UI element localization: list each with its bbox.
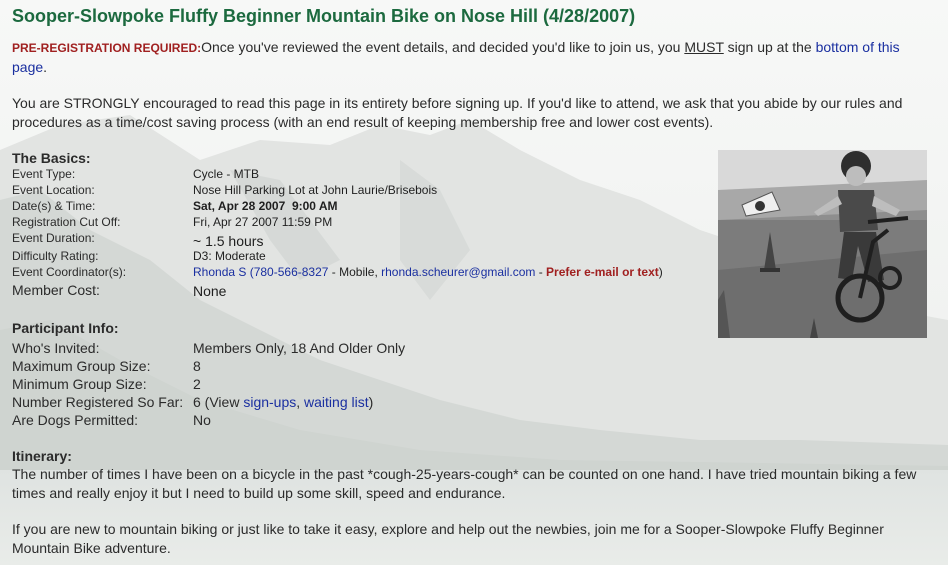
event-duration-value: ~ 1.5 hours bbox=[193, 233, 264, 249]
preregistration-label: PRE-REGISTRATION REQUIRED: bbox=[12, 41, 202, 55]
must-text: MUST bbox=[684, 39, 724, 55]
max-group-size-label: Maximum Group Size: bbox=[12, 358, 151, 374]
event-coordinator-value: Rhonda S (780-566-8327 - Mobile, rhonda.… bbox=[193, 265, 663, 279]
coordinator-link[interactable]: Rhonda S (780-566-8327 bbox=[193, 265, 328, 279]
member-cost-value: None bbox=[193, 283, 227, 299]
registration-cutoff-label: Registration Cut Off: bbox=[12, 215, 121, 229]
member-cost-label: Member Cost: bbox=[12, 282, 100, 298]
contact-preference: Prefer e-mail or text bbox=[546, 265, 659, 279]
date-time-label: Date(s) & Time: bbox=[12, 199, 96, 213]
registered-count-value: 6 (View sign-ups, waiting list) bbox=[193, 394, 374, 410]
coordinator-email-link[interactable]: rhonda.scheurer@gmail.com bbox=[381, 265, 535, 279]
event-type-value: Cycle - MTB bbox=[193, 167, 259, 181]
dogs-permitted-label: Are Dogs Permitted: bbox=[12, 412, 139, 428]
event-duration-label: Event Duration: bbox=[12, 231, 95, 245]
itinerary-paragraph-1: The number of times I have been on a bic… bbox=[12, 466, 917, 501]
event-location-value: Nose Hill Parking Lot at John Laurie/Bri… bbox=[193, 183, 438, 197]
event-photo bbox=[718, 150, 927, 338]
itinerary-paragraph-2: If you are new to mountain biking or jus… bbox=[12, 521, 884, 556]
registration-cutoff-value: Fri, Apr 27 2007 11:59 PM bbox=[193, 215, 333, 229]
whos-invited-value: Members Only, 18 And Older Only bbox=[193, 340, 406, 356]
registered-count-label: Number Registered So Far: bbox=[12, 394, 184, 410]
preregistration-notice: PRE-REGISTRATION REQUIRED:Once you've re… bbox=[12, 39, 900, 75]
participant-info-heading: Participant Info: bbox=[12, 320, 119, 336]
page-title: Sooper-Slowpoke Fluffy Beginner Mountain… bbox=[12, 6, 636, 26]
difficulty-rating-link[interactable]: Difficulty Rating: bbox=[12, 249, 98, 263]
dogs-permitted-value: No bbox=[193, 412, 211, 428]
encouragement-paragraph: You are STRONGLY encouraged to read this… bbox=[12, 95, 903, 130]
event-location-label: Event Location: bbox=[12, 183, 95, 197]
signups-link[interactable]: sign-ups bbox=[243, 394, 296, 410]
event-type-label: Event Type: bbox=[12, 167, 76, 181]
min-group-size-value: 2 bbox=[193, 376, 201, 392]
whos-invited-label: Who's Invited: bbox=[12, 340, 100, 356]
difficulty-rating-value: D3: Moderate bbox=[193, 249, 266, 263]
date-time-value: Sat, Apr 28 2007 9:00 AM bbox=[193, 199, 338, 213]
waiting-list-link[interactable]: waiting list bbox=[304, 394, 369, 410]
event-coordinator-label: Event Coordinator(s): bbox=[12, 265, 127, 279]
max-group-size-value: 8 bbox=[193, 358, 201, 374]
itinerary-heading: Itinerary: bbox=[12, 448, 72, 464]
basics-heading: The Basics: bbox=[12, 150, 91, 166]
min-group-size-label: Minimum Group Size: bbox=[12, 376, 147, 392]
